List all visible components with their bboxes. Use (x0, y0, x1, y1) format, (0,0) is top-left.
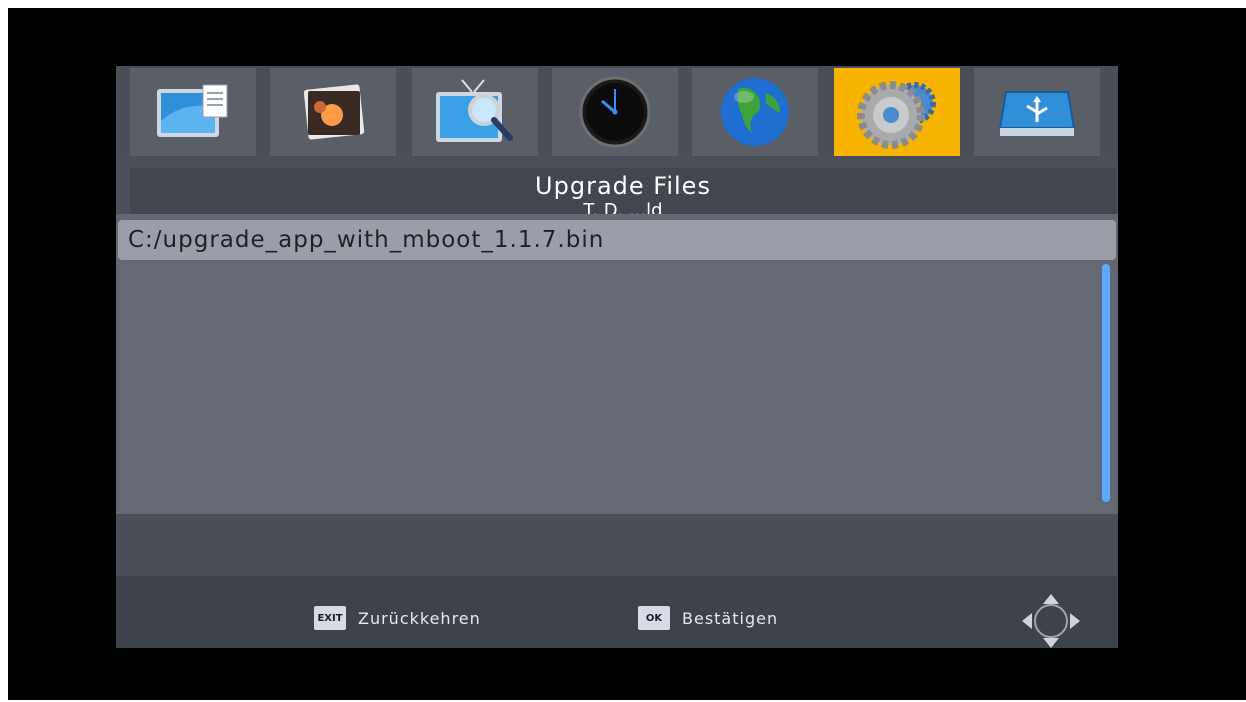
tab-photos[interactable] (270, 68, 396, 156)
list-item-selected[interactable]: C:/upgrade_app_with_mboot_1.1.7.bin (118, 220, 1116, 260)
photos-icon (298, 79, 368, 145)
tab-settings[interactable] (834, 68, 960, 156)
exit-label: Zurückkehren (358, 608, 481, 628)
settings-panel: Upgrade Files T. D. ...ld C:/upgrade_app… (116, 66, 1118, 648)
file-list: C:/upgrade_app_with_mboot_1.1.7.bin (116, 214, 1118, 514)
tab-usb[interactable] (974, 68, 1100, 156)
usb-drive-icon (996, 84, 1078, 140)
ok-hint[interactable]: OK Bestätigen (638, 606, 778, 630)
tv-screen: Upgrade Files T. D. ...ld C:/upgrade_app… (8, 8, 1246, 700)
page-title: Upgrade Files (535, 172, 711, 200)
tab-documents[interactable] (130, 68, 256, 156)
ok-key-icon: OK (638, 606, 670, 630)
category-tab-bar (116, 66, 1118, 158)
tv-search-icon (432, 76, 518, 148)
documents-icon (153, 81, 233, 143)
gears-icon (851, 73, 943, 151)
footer-hints: EXIT Zurückkehren OK Bestätigen (116, 576, 1118, 648)
exit-hint[interactable]: EXIT Zurückkehren (314, 606, 481, 630)
scrollbar[interactable] (1102, 264, 1110, 502)
title-bar: Upgrade Files T. D. ...ld (130, 168, 1116, 214)
exit-key-icon: EXIT (314, 606, 346, 630)
tab-tv-search[interactable] (412, 68, 538, 156)
tab-clock[interactable] (552, 68, 678, 156)
ok-label: Bestätigen (682, 608, 779, 628)
dpad-icon (1016, 588, 1086, 658)
info-band (116, 514, 1118, 576)
globe-icon (718, 75, 792, 149)
file-name: C:/upgrade_app_with_mboot_1.1.7.bin (128, 227, 605, 253)
tab-globe[interactable] (692, 68, 818, 156)
clock-icon (578, 75, 652, 149)
page-subtitle: T. D. ...ld (583, 202, 663, 214)
